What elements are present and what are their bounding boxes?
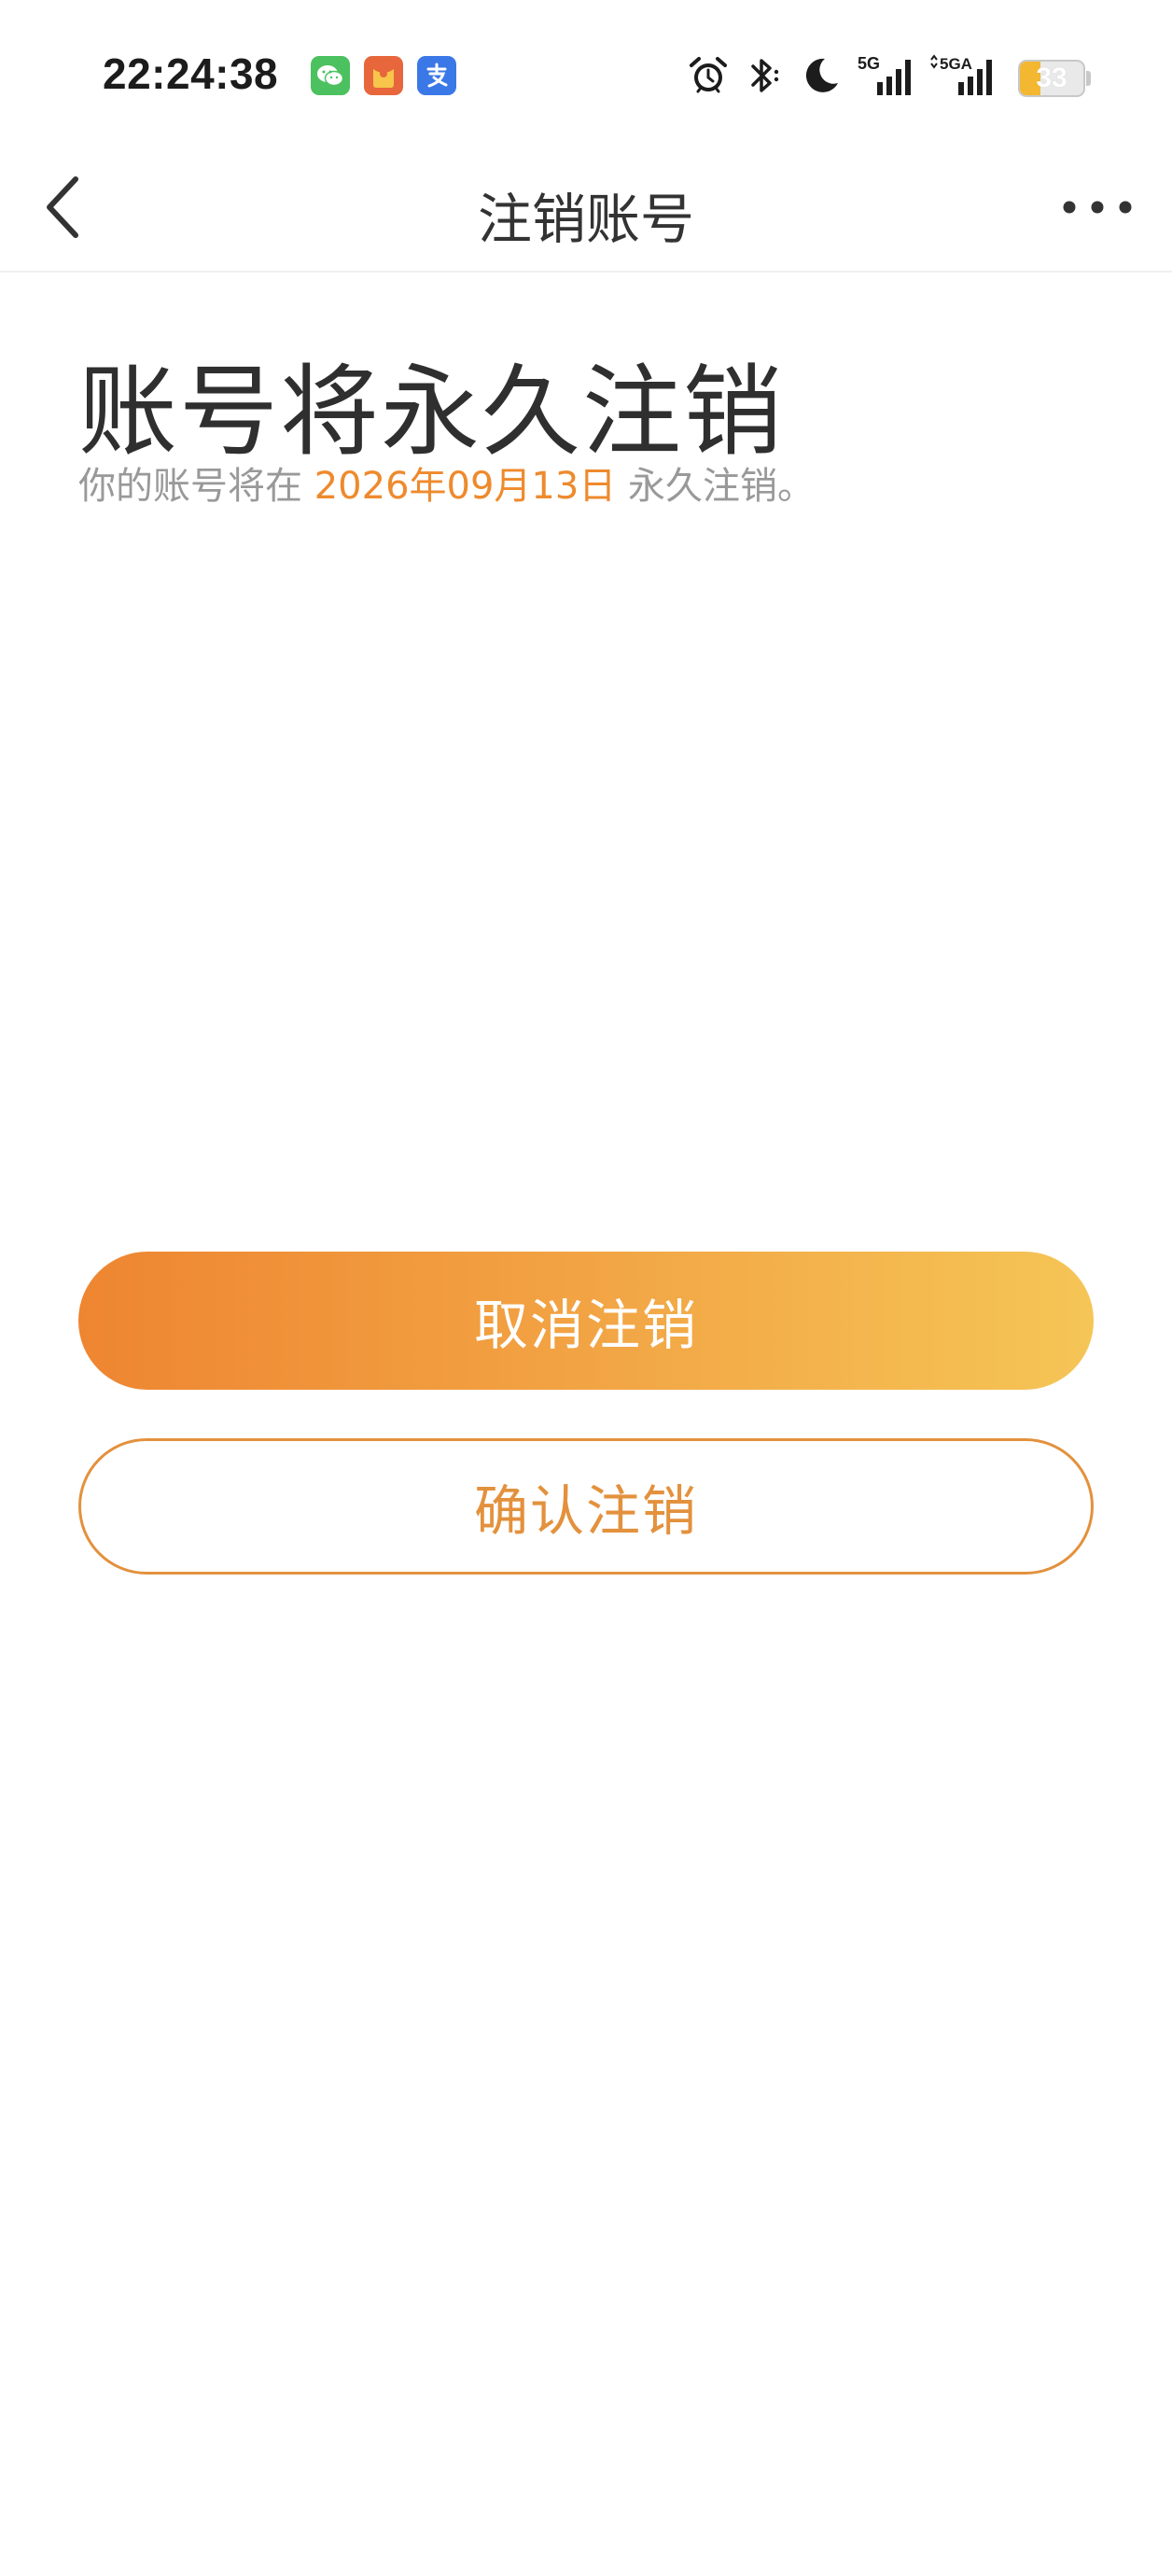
bluetooth-icon	[743, 52, 786, 99]
status-time: 22:24:38	[103, 49, 279, 98]
alipay-icon	[417, 56, 456, 95]
deactivation-date: 2026年09月13日	[314, 465, 617, 508]
battery-cap	[1086, 71, 1091, 86]
wechat-icon	[311, 56, 350, 95]
moon-icon	[798, 52, 844, 99]
signal-5ga-icon: 5GA	[928, 52, 999, 99]
signal-5g-icon: 5G	[857, 52, 916, 99]
notice-prefix: 你的账号将在	[78, 465, 314, 508]
notice-suffix: 永久注销。	[616, 465, 816, 508]
nav-bar: 注销账号	[0, 149, 1172, 273]
svg-text:5G: 5G	[858, 54, 880, 73]
page-title: 注销账号	[477, 188, 694, 251]
deactivation-heading: 账号将永久注销	[78, 355, 784, 469]
confirm-deactivation-button[interactable]: 确认注销	[78, 1438, 1094, 1575]
more-button[interactable]	[1051, 170, 1144, 245]
alarm-icon	[685, 52, 732, 99]
battery-icon: 33	[1018, 60, 1085, 97]
cancel-deactivation-button[interactable]: 取消注销	[78, 1252, 1094, 1390]
more-dots-icon	[1063, 201, 1132, 214]
svg-text:5GA: 5GA	[940, 55, 972, 73]
status-bar: 22:24:38 5G 5GA 33	[0, 0, 1172, 149]
deactivation-notice: 你的账号将在 2026年09月13日 永久注销。	[78, 455, 815, 510]
red-packet-icon	[364, 56, 403, 95]
battery-level: 33	[1036, 63, 1067, 93]
